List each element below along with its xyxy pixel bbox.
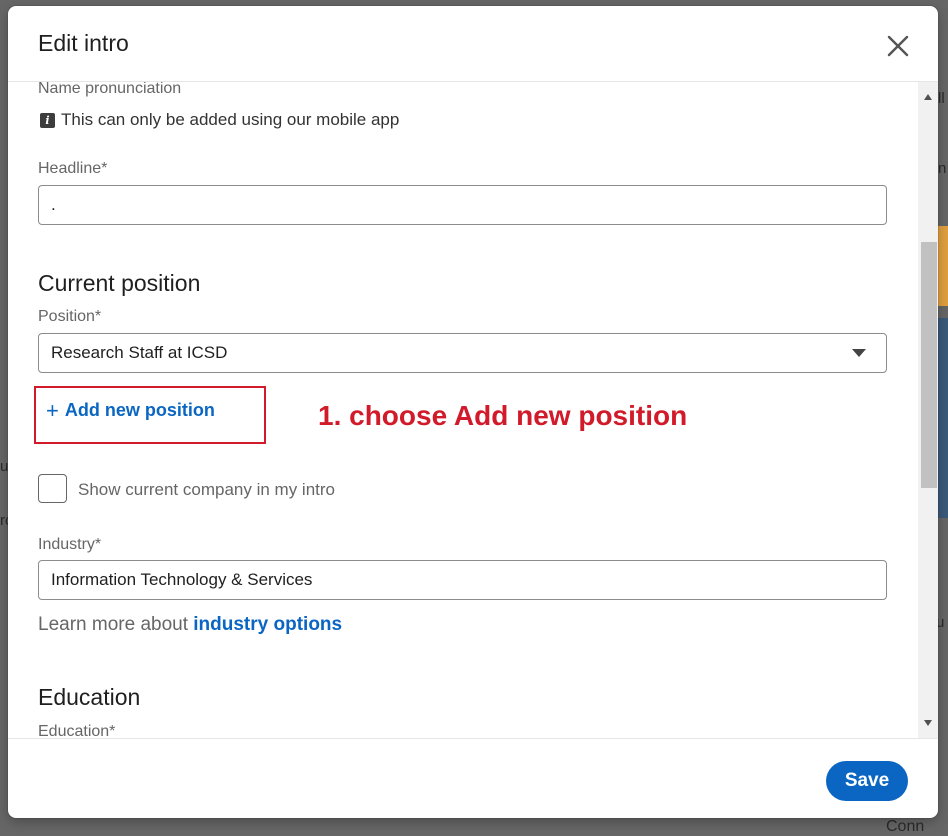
close-button[interactable] <box>882 30 914 62</box>
background-text-fragment: ll <box>938 90 945 107</box>
background-text-fragment: n <box>938 160 947 177</box>
position-value: Research Staff at ICSD <box>51 343 228 362</box>
show-company-label: Show current company in my intro <box>78 480 335 499</box>
show-company-checkbox[interactable] <box>38 474 67 503</box>
learn-more-text: Learn more about industry options <box>38 614 342 636</box>
position-select[interactable]: Research Staff at ICSD <box>38 333 887 373</box>
modal-title: Edit intro <box>38 30 129 56</box>
industry-value: Information Technology & Services <box>51 570 313 589</box>
modal-header: Edit intro <box>8 6 938 82</box>
industry-input[interactable]: Information Technology & Services <box>38 560 887 600</box>
headline-value: . <box>51 195 56 214</box>
name-pronunciation-label: Name pronunciation <box>38 82 182 97</box>
save-button[interactable]: Save <box>826 761 908 801</box>
scroll-up-arrow-icon[interactable] <box>924 94 932 100</box>
add-new-position-label: Add new position <box>64 400 215 420</box>
edit-intro-modal: Edit intro Name pronunciation i This can… <box>8 6 938 818</box>
info-icon: i <box>40 112 55 128</box>
chevron-down-icon <box>852 349 866 357</box>
learn-more-prefix: Learn more about <box>38 614 194 635</box>
close-icon <box>887 35 909 57</box>
industry-options-link[interactable]: industry options <box>193 614 342 635</box>
add-new-position-button[interactable]: + Add new position <box>46 397 215 423</box>
scrollbar-thumb[interactable] <box>921 242 937 488</box>
industry-label: Industry* <box>38 536 102 553</box>
scrollbar[interactable] <box>918 82 938 738</box>
background-connect-button: Conn <box>886 818 925 835</box>
modal-body[interactable]: Name pronunciation i This can only be ad… <box>8 82 938 738</box>
position-label: Position* <box>38 308 102 325</box>
education-label: Education* <box>38 723 116 738</box>
education-heading: Education <box>38 684 141 710</box>
plus-icon: + <box>46 397 59 423</box>
scroll-down-arrow-icon[interactable] <box>924 720 932 726</box>
headline-label: Headline* <box>38 160 108 177</box>
mobile-app-note-text: This can only be added using our mobile … <box>61 110 400 129</box>
mobile-app-note: i This can only be added using our mobil… <box>40 110 399 130</box>
headline-input[interactable]: . <box>38 185 887 225</box>
annotation-text: 1. choose Add new position <box>318 400 688 431</box>
modal-footer: Save <box>8 738 938 818</box>
current-position-heading: Current position <box>38 270 201 296</box>
